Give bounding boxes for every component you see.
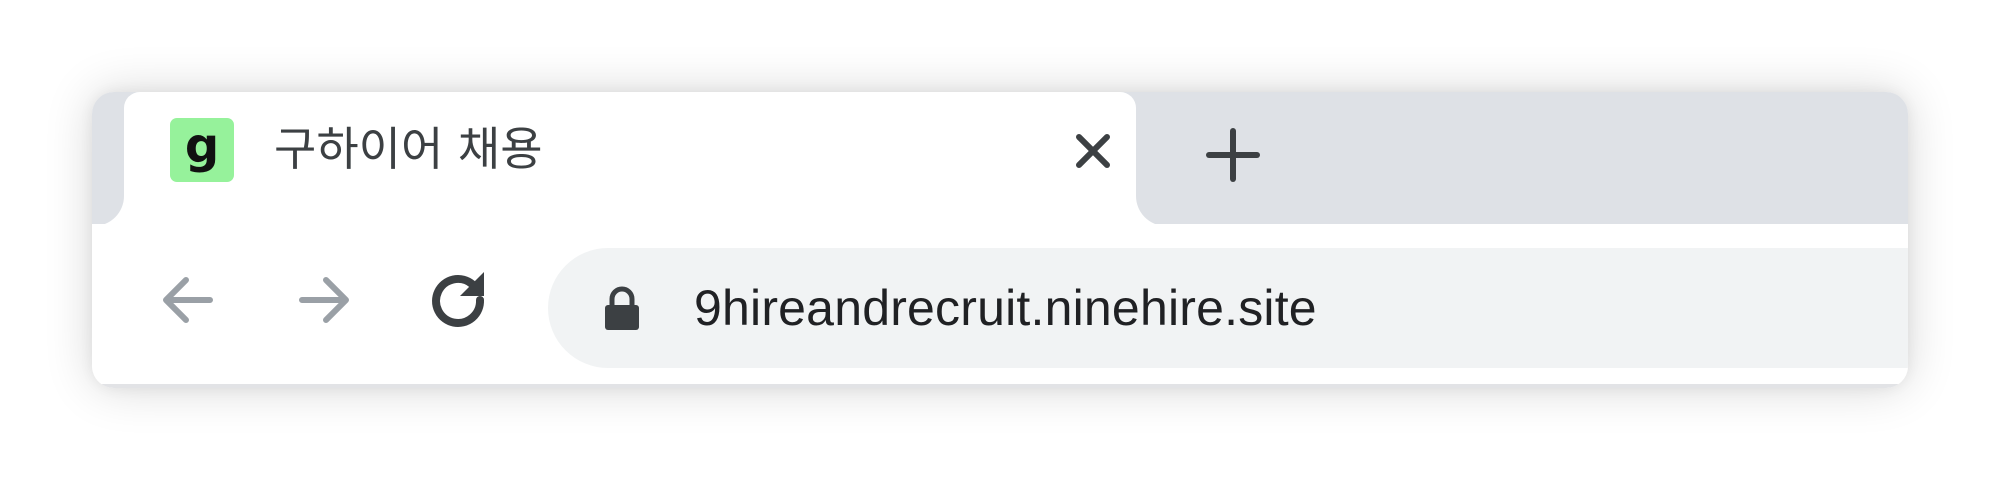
- address-bar[interactable]: 9hireandrecruit.ninehire.site: [548, 248, 1908, 368]
- tab-title: 구하이어 채용: [274, 122, 543, 176]
- new-tab-plus-icon[interactable]: [1202, 124, 1264, 186]
- close-icon[interactable]: [1068, 126, 1118, 176]
- back-arrow-icon[interactable]: [152, 264, 224, 336]
- favicon-icon: g: [170, 118, 234, 182]
- url-text[interactable]: 9hireandrecruit.ninehire.site: [694, 276, 1317, 340]
- toolbar: 9hireandrecruit.ninehire.site: [92, 224, 1908, 388]
- browser-window: g 구하이어 채용 9hireandrecruit.ninehire.site: [92, 92, 1908, 388]
- lock-icon[interactable]: [602, 286, 642, 332]
- reload-icon[interactable]: [422, 264, 494, 336]
- tab-strip: g 구하이어 채용: [92, 92, 1908, 226]
- forward-arrow-icon[interactable]: [288, 264, 360, 336]
- active-tab[interactable]: g 구하이어 채용: [124, 92, 1136, 226]
- toolbar-divider: [92, 384, 1908, 388]
